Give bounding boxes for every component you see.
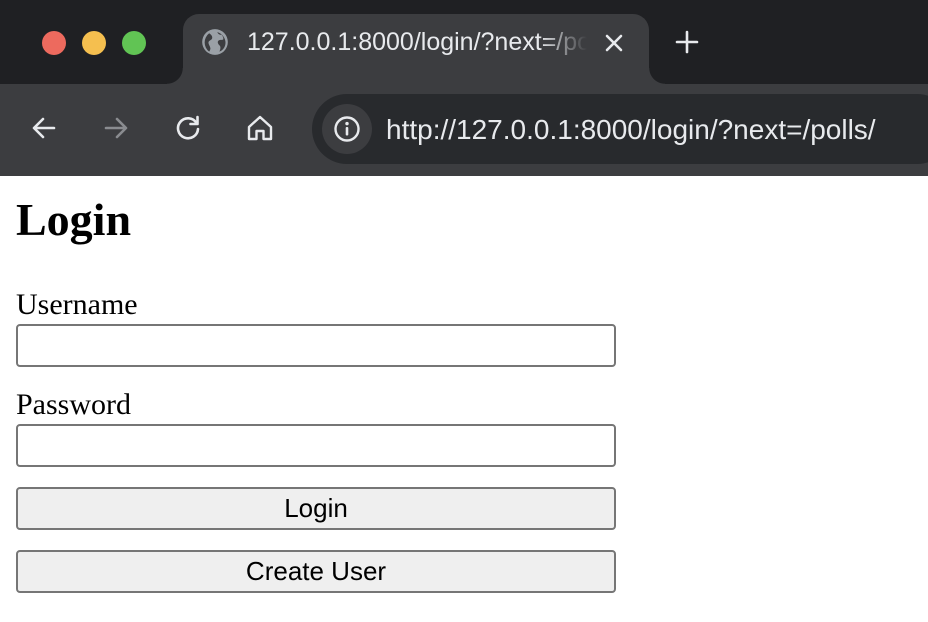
window-zoom-button[interactable] — [122, 31, 146, 55]
browser-tab-active[interactable]: 127.0.0.1:8000/login/?next=/polls/ — [167, 14, 665, 84]
arrow-left-icon[interactable] — [28, 112, 60, 144]
home-icon[interactable] — [244, 112, 276, 144]
username-input[interactable] — [16, 324, 616, 367]
window-minimize-button[interactable] — [82, 31, 106, 55]
password-label: Password — [16, 388, 132, 421]
page-title: Login — [16, 194, 132, 245]
username-label: Username — [16, 288, 138, 321]
create-user-button[interactable]: Create User — [16, 550, 616, 593]
address-bar-url[interactable]: http://127.0.0.1:8000/login/?next=/polls… — [386, 112, 876, 148]
address-bar[interactable]: http://127.0.0.1:8000/login/?next=/polls… — [312, 94, 928, 164]
site-info-button[interactable] — [322, 104, 372, 154]
browser-tabstrip: 127.0.0.1:8000/login/?next=/polls/ — [0, 0, 928, 84]
tab-title: 127.0.0.1:8000/login/?next=/polls/ — [247, 28, 587, 56]
login-button[interactable]: Login — [16, 487, 616, 530]
globe-icon — [202, 29, 228, 55]
password-input[interactable] — [16, 424, 616, 467]
plus-icon[interactable] — [674, 29, 700, 55]
reload-icon[interactable] — [172, 112, 204, 144]
browser-toolbar: http://127.0.0.1:8000/login/?next=/polls… — [0, 84, 928, 176]
page-content: Login Username Password Login Create Use… — [0, 176, 928, 622]
arrow-right-icon[interactable] — [100, 112, 132, 144]
info-icon — [334, 116, 360, 142]
close-icon[interactable] — [603, 32, 625, 54]
window-close-button[interactable] — [42, 31, 66, 55]
